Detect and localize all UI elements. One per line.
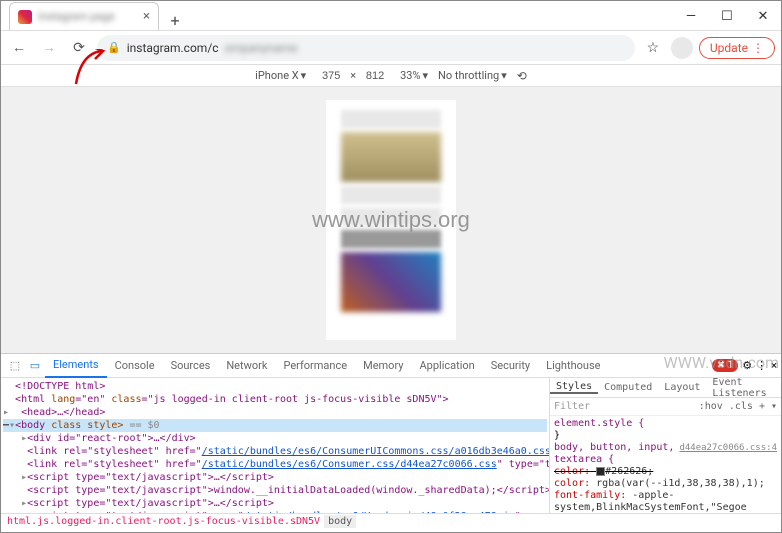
tab-layout[interactable]: Layout	[658, 382, 706, 393]
minimize-button[interactable]: —	[673, 2, 709, 30]
forward-button[interactable]: →	[37, 36, 61, 60]
tab-memory[interactable]: Memory	[355, 354, 411, 378]
content-row	[341, 186, 441, 204]
window-controls: — ☐ ✕	[673, 2, 781, 30]
elements-tree[interactable]: <!DOCTYPE html> <html lang="en" class="j…	[1, 378, 549, 513]
device-select[interactable]: iPhone X ▾	[255, 69, 306, 82]
profile-avatar[interactable]	[671, 37, 693, 59]
tab-network[interactable]: Network	[218, 354, 275, 378]
url-text: instagram.com/c	[127, 41, 219, 55]
content-row	[341, 110, 441, 128]
tab-sources[interactable]: Sources	[163, 354, 219, 378]
inspect-icon[interactable]: ⬚	[5, 359, 25, 372]
content-image	[341, 132, 441, 182]
rotate-icon[interactable]: ⟲	[517, 69, 527, 83]
tab-lighthouse[interactable]: Lighthouse	[538, 354, 608, 378]
new-tab-button[interactable]: +	[163, 11, 187, 30]
annotation-arrow	[71, 49, 121, 92]
address-bar[interactable]: 🔒 instagram.com/companyname	[97, 35, 635, 61]
tab-performance[interactable]: Performance	[275, 354, 355, 378]
tab-application[interactable]: Application	[411, 354, 482, 378]
update-button[interactable]: Update⋮	[699, 37, 775, 59]
devtools-panel: ⬚ ▭ Elements Console Sources Network Per…	[1, 353, 781, 531]
browser-window: Instagram page × + — ☐ ✕ ← → ⟳ 🔒 instagr…	[0, 0, 782, 533]
styles-tabs: Styles Computed Layout Event Listeners	[550, 378, 781, 398]
dimensions: ×	[316, 69, 390, 82]
zoom-select[interactable]: 33% ▾	[400, 69, 428, 82]
tab-security[interactable]: Security	[483, 354, 538, 378]
viewport: www.wintips.org	[1, 87, 781, 353]
url-blur: ompanyname	[225, 41, 298, 55]
close-tab-icon[interactable]: ×	[143, 9, 150, 24]
watermark: www.wintips.org	[312, 207, 470, 233]
breadcrumb[interactable]: html.js.logged-in.client-root.js-focus-v…	[1, 513, 781, 531]
styles-pane: Styles Computed Layout Event Listeners F…	[549, 378, 781, 513]
tab-eventlisteners[interactable]: Event Listeners	[706, 378, 781, 399]
titlebar: Instagram page × + — ☐ ✕	[1, 1, 781, 31]
width-input[interactable]	[316, 70, 346, 82]
tab-console[interactable]: Console	[107, 354, 163, 378]
tab-elements[interactable]: Elements	[45, 354, 107, 378]
device-toggle-icon[interactable]: ▭	[25, 359, 45, 372]
cls-toggle[interactable]: .cls	[729, 401, 753, 412]
tab-title: Instagram page	[38, 10, 137, 23]
maximize-button[interactable]: ☐	[709, 2, 745, 30]
hov-toggle[interactable]: :hov	[699, 401, 723, 412]
browser-tab[interactable]: Instagram page ×	[9, 2, 159, 30]
styles-filter[interactable]: Filter :hov.cls+▾	[550, 398, 781, 416]
back-button[interactable]: ←	[7, 36, 31, 60]
close-window-button[interactable]: ✕	[745, 2, 781, 30]
devtools-body: <!DOCTYPE html> <html lang="en" class="j…	[1, 378, 781, 513]
chevron-down-icon: ▾	[301, 69, 307, 82]
throttle-select[interactable]: No throttling ▾	[438, 69, 507, 82]
content-image	[341, 252, 441, 312]
tab-styles[interactable]: Styles	[550, 381, 598, 394]
height-input[interactable]	[360, 70, 390, 82]
styles-rules[interactable]: element.style { } d44ea27c0066.css:4body…	[550, 416, 781, 513]
tab-computed[interactable]: Computed	[598, 382, 658, 393]
more-icon[interactable]: ▾	[771, 401, 777, 412]
instagram-favicon	[18, 10, 32, 24]
watermark-right: WWW.vsdn.com	[664, 353, 779, 372]
add-rule-icon[interactable]: +	[759, 401, 765, 412]
star-icon[interactable]: ☆	[641, 36, 665, 60]
